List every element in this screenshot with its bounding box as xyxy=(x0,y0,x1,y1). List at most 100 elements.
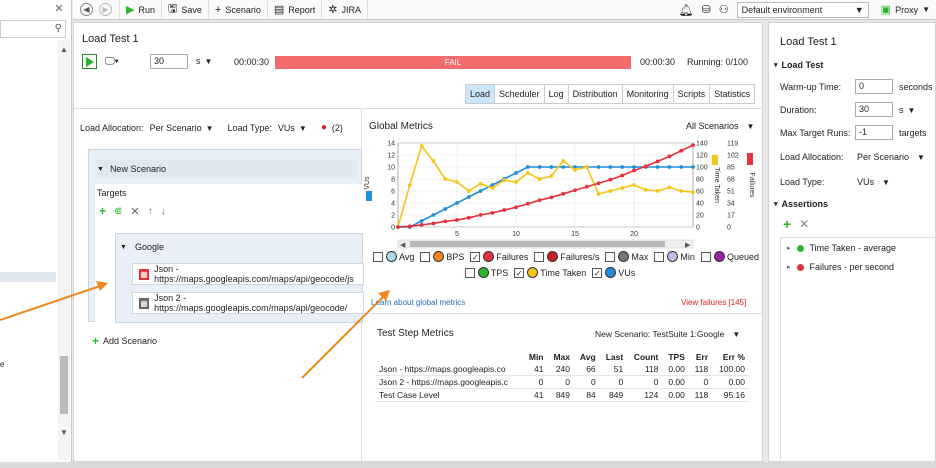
load-test-section[interactable]: ▾ Load Test xyxy=(774,60,823,70)
data-point xyxy=(525,171,530,175)
column-header: Max xyxy=(553,352,571,362)
jira-button[interactable]: ✲ JIRA xyxy=(322,0,368,19)
back-icon[interactable]: ◀ xyxy=(80,3,93,16)
add-icon[interactable]: + xyxy=(99,204,106,218)
add-assertion-icon[interactable]: + xyxy=(783,216,791,232)
checkbox[interactable] xyxy=(373,251,383,262)
add-sub-icon[interactable]: ⋐ xyxy=(114,206,122,217)
scenario-header[interactable]: ▼ New Scenario xyxy=(97,160,357,178)
tab-statistics[interactable]: Statistics xyxy=(709,85,755,103)
scenario-filter-select[interactable]: All Scenarios ▼ xyxy=(686,121,754,131)
search-input[interactable]: ⚲ xyxy=(0,20,66,38)
max-target-runs-input[interactable]: -1 xyxy=(855,125,893,140)
proxy-button[interactable]: ▣ Proxy ▼ xyxy=(875,1,936,19)
remove-assertion-icon[interactable]: ✕ xyxy=(799,217,809,231)
metric-toggle[interactable]: Avg xyxy=(373,251,414,262)
tab-log[interactable]: Log xyxy=(543,85,568,103)
collapse-icon[interactable]: ▼ xyxy=(97,166,104,173)
expand-icon[interactable]: ▸ xyxy=(787,263,791,271)
collapse-icon: ▾ xyxy=(774,62,778,69)
checkbox[interactable] xyxy=(654,251,665,262)
table-row[interactable]: Json - https://maps.googleapis.co 41 240 66… xyxy=(375,363,749,376)
step-filter-select[interactable]: New Scenario: TestSuite 1:Google ▼ xyxy=(595,329,740,339)
checkbox[interactable] xyxy=(464,267,475,278)
learn-global-metrics-link[interactable]: Learn about global metrics xyxy=(371,298,465,307)
tab-monitoring[interactable]: Monitoring xyxy=(621,85,673,103)
expand-icon[interactable]: ▸ xyxy=(787,244,791,252)
monitor-icon[interactable]: 🖵▾ xyxy=(105,56,119,67)
warmup-input[interactable]: 0 xyxy=(855,79,893,94)
duration-input[interactable]: 30 xyxy=(150,54,188,69)
metric-toggle[interactable]: Max xyxy=(605,251,648,262)
view-failures-link[interactable]: View failures [145] xyxy=(681,298,746,307)
table-cell: 0.00 xyxy=(662,363,689,376)
load-type-select[interactable]: VUs ▼ xyxy=(278,123,307,133)
metric-label: Time Taken xyxy=(540,267,587,278)
duration-unit-select[interactable]: s ▼ xyxy=(196,56,212,66)
assertion-item[interactable]: ▸ Failures - per second xyxy=(781,258,936,276)
environment-select[interactable]: Default environment ▼ xyxy=(736,1,869,18)
table-row[interactable]: Test Case Level 41 849 84 849 124 0.00 118 95.16 xyxy=(375,388,749,402)
targets-area: Targets + ⋐ ✕ ↑ ↓ ▼ Google ▦ Json - http… xyxy=(95,184,364,323)
metric-toggle[interactable]: ✓ Failures xyxy=(470,251,528,262)
metric-toggle[interactable]: BPS xyxy=(420,251,464,262)
target-header[interactable]: ▼ Google xyxy=(120,238,360,256)
metric-toggle[interactable]: Queued xyxy=(700,251,759,262)
collapse-icon[interactable]: ▼ xyxy=(120,244,127,251)
table-row[interactable]: Json 2 - https://maps.googleapis.c 0 0 0 0 0 0… xyxy=(375,375,749,389)
tab-load[interactable]: Load xyxy=(466,85,495,103)
table-cell: 0.00 xyxy=(662,375,689,389)
assertions-section[interactable]: ▾ Assertions xyxy=(774,199,828,209)
add-scenario-button[interactable]: + Add Scenario xyxy=(92,334,157,348)
checkbox[interactable]: ✓ xyxy=(470,251,481,262)
close-icon[interactable]: ✕ xyxy=(52,2,66,16)
y-tick-label: 12 xyxy=(387,153,395,160)
save-button[interactable]: 🖫 Save xyxy=(162,0,209,19)
metric-toggle[interactable]: ✓ Time Taken xyxy=(514,267,586,278)
duration-unit-select[interactable]: s ▼ xyxy=(899,105,915,115)
duration-input[interactable]: 30 xyxy=(855,102,893,117)
database-icon[interactable]: ⛁ xyxy=(702,3,711,16)
status-bar xyxy=(0,462,936,468)
x-tick-label: 5 xyxy=(455,231,459,238)
run-button[interactable]: ▶ Run xyxy=(120,0,162,19)
add-scenario-button[interactable]: + Scenario xyxy=(209,0,268,19)
tab-distribution[interactable]: Distribution xyxy=(567,85,622,103)
checkbox[interactable]: ✓ xyxy=(592,267,603,278)
scroll-right-icon: ▶ xyxy=(685,242,691,249)
left-scrollbar-thumb[interactable] xyxy=(60,356,68,414)
load-allocation-select[interactable]: Per Scenario ▼ xyxy=(150,123,214,133)
metric-toggle[interactable]: Min xyxy=(654,251,695,262)
checkbox[interactable] xyxy=(605,251,616,262)
total-time: 00:00:30 xyxy=(640,57,676,67)
checkbox[interactable] xyxy=(700,251,711,262)
scroll-up-icon[interactable]: ▲ xyxy=(60,45,68,54)
y3-tick-label: 85 xyxy=(727,165,735,172)
data-point xyxy=(620,173,625,178)
forward-icon[interactable]: ▶ xyxy=(99,3,112,16)
metric-toggle[interactable]: Failures/s xyxy=(534,251,599,262)
metric-toggle[interactable]: TPS xyxy=(464,267,508,278)
remove-icon[interactable]: ✕ xyxy=(130,205,139,218)
assertion-item[interactable]: ▸ Time Taken - average xyxy=(781,238,936,258)
checkbox[interactable] xyxy=(534,251,545,262)
chevron-down-icon: ▼ xyxy=(917,152,925,162)
checkbox[interactable] xyxy=(420,251,431,262)
bell-icon[interactable]: 🔔︎ xyxy=(678,3,693,17)
move-down-icon[interactable]: ↓ xyxy=(161,206,166,217)
request-item[interactable]: ▦ Json - https://maps.googleapis.com/map… xyxy=(132,263,364,285)
network-icon[interactable]: ⚇ xyxy=(719,3,729,16)
report-button[interactable]: ▤ Report xyxy=(268,0,323,19)
request-item[interactable]: ▦ Json 2 - https://maps.googleapis.com/m… xyxy=(132,292,364,314)
scroll-down-icon[interactable]: ▼ xyxy=(60,428,68,437)
run-load-test-button[interactable] xyxy=(82,54,97,69)
move-up-icon[interactable]: ↑ xyxy=(148,206,153,217)
load-allocation-select[interactable]: Per Scenario ▼ xyxy=(857,152,925,162)
checkbox[interactable]: ✓ xyxy=(514,267,525,278)
tab-scheduler[interactable]: Scheduler xyxy=(494,85,544,103)
selected-tree-item[interactable] xyxy=(0,272,56,282)
metric-toggle[interactable]: ✓ VUs xyxy=(592,267,635,278)
load-type-select[interactable]: VUs ▼ xyxy=(857,177,890,187)
data-point xyxy=(419,222,424,227)
tab-scripts[interactable]: Scripts xyxy=(672,85,710,103)
